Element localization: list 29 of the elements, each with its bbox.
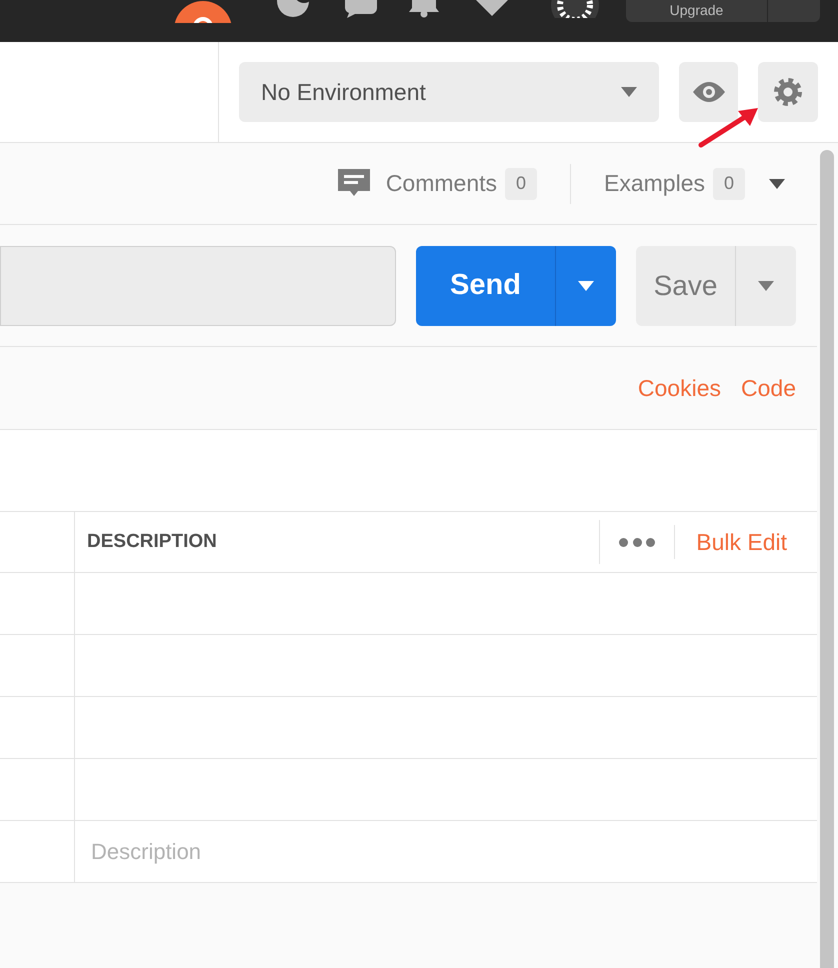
upgrade-button[interactable]: Upgrade — [626, 0, 820, 22]
bulk-edit-link[interactable]: Bulk Edit — [696, 524, 787, 560]
settings-button[interactable] — [758, 62, 818, 122]
eye-button[interactable] — [679, 62, 738, 122]
annotation-arrow — [698, 106, 760, 148]
scrollbar[interactable] — [820, 150, 834, 968]
more-options-icon[interactable] — [619, 537, 656, 547]
caret-icon — [758, 280, 774, 290]
comments-count: 0 — [505, 168, 538, 200]
column-header: DESCRIPTION — [87, 530, 217, 554]
crescent-icon[interactable] — [276, 0, 310, 17]
settings-icon — [772, 76, 804, 108]
header-link[interactable]: Cookies — [638, 370, 722, 406]
description-field[interactable]: Description — [75, 821, 817, 882]
caret-icon — [621, 87, 637, 97]
bell-icon[interactable] — [408, 0, 440, 18]
environment-label: No Environment — [261, 78, 426, 107]
header-link[interactable]: Code — [741, 370, 796, 406]
url-field[interactable] — [0, 246, 396, 326]
examples-count: 0 — [713, 168, 745, 200]
eye-icon — [692, 82, 724, 102]
speech-bubble-icon[interactable] — [343, 0, 379, 18]
examples-tab[interactable]: Examples — [604, 166, 705, 201]
upgrade-label: Upgrade — [668, 1, 724, 20]
environment-dropdown[interactable]: No Environment — [239, 62, 659, 122]
caret-icon — [769, 178, 785, 188]
gear-icon[interactable] — [550, 0, 600, 18]
comments-tab[interactable]: Comments — [386, 166, 498, 201]
caret-icon — [578, 280, 594, 290]
